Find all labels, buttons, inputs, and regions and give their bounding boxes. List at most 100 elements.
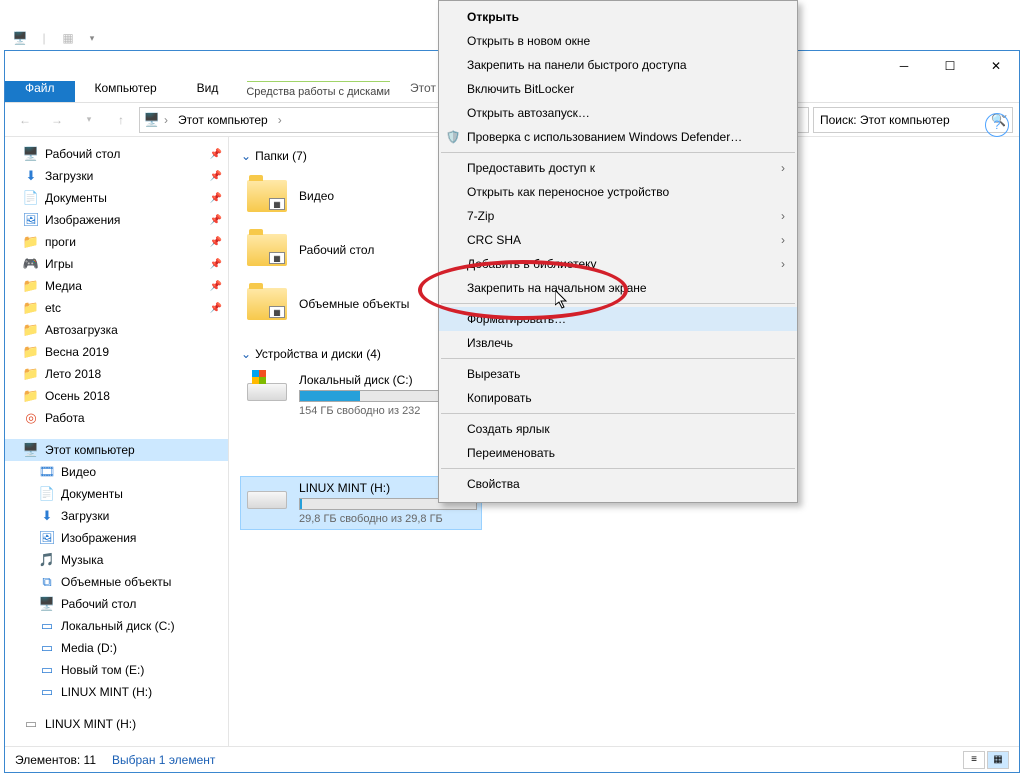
search-input[interactable]: Поиск: Этот компьютер 🔍 — [813, 107, 1013, 133]
sidebar-pc-item[interactable]: 📄 Документы — [5, 483, 228, 505]
forward-button[interactable]: → — [43, 106, 71, 134]
recent-dropdown[interactable]: ▾ — [75, 106, 103, 134]
sidebar-label: Музыка — [61, 553, 103, 567]
folder-icon: 📁 — [23, 322, 39, 338]
context-label: Копировать — [467, 391, 532, 405]
download-icon: ⬇ — [39, 508, 55, 524]
qat-divider: | — [33, 27, 55, 49]
sidebar-label: Рабочий стол — [61, 597, 136, 611]
context-label: Открыть — [467, 10, 519, 24]
sidebar-quick-item[interactable]: 🖥️Рабочий стол📌 — [5, 143, 228, 165]
chevron-right-icon: › — [781, 209, 785, 223]
context-menu-item[interactable]: Открыть в новом окне — [439, 29, 797, 53]
folder-icon: 📁 — [23, 366, 39, 382]
folder-icon: ▦ — [245, 177, 289, 215]
sidebar-pc-item[interactable]: 🖥️Рабочий стол — [5, 593, 228, 615]
sidebar-this-pc[interactable]: 🖥️ Этот компьютер — [5, 439, 228, 461]
sidebar-pc-item[interactable]: ▭Media (D:) — [5, 637, 228, 659]
drive-icon: ▭ — [39, 662, 55, 678]
folder-label: Объемные объекты — [299, 297, 409, 311]
breadcrumb-root[interactable]: Этот компьютер — [172, 111, 274, 129]
sidebar-pc-item[interactable]: ▭Новый том (E:) — [5, 659, 228, 681]
folder-icon: ▦ — [245, 285, 289, 323]
sidebar-label: Документы — [61, 487, 123, 501]
sidebar-quick-item[interactable]: 📁Осень 2018 — [5, 385, 228, 407]
sidebar-quick-item[interactable]: ⬇Загрузки📌 — [5, 165, 228, 187]
context-menu-item[interactable]: Закрепить на панели быстрого доступа — [439, 53, 797, 77]
folder-item[interactable]: ▦ Объемные объекты — [241, 279, 461, 329]
sidebar-pc-item[interactable]: 🎵Музыка — [5, 549, 228, 571]
context-menu-item[interactable]: Переименовать — [439, 441, 797, 465]
context-menu-item[interactable]: Открыть как переносное устройство — [439, 180, 797, 204]
chevron-down-icon: ⌄ — [241, 149, 251, 163]
pin-icon: 📌 — [210, 193, 222, 204]
chevron-right-icon: › — [164, 113, 168, 127]
chevron-right-icon: › — [781, 257, 785, 271]
context-menu-item[interactable]: Открыть — [439, 5, 797, 29]
context-menu-item[interactable]: Предоставить доступ к› — [439, 156, 797, 180]
chevron-down-icon: ⌄ — [241, 347, 251, 361]
context-menu-item[interactable]: Форматировать… — [439, 307, 797, 331]
context-menu-item[interactable]: CRC SHA› — [439, 228, 797, 252]
close-button[interactable]: ✕ — [973, 51, 1019, 81]
context-label: Закрепить на панели быстрого доступа — [467, 58, 687, 72]
sidebar-pc-item[interactable]: ⧉Объемные объекты — [5, 571, 228, 593]
sidebar-drive[interactable]: ▭ LINUX MINT (H:) — [5, 713, 228, 735]
3d-icon: ⧉ — [39, 574, 55, 590]
pin-icon: 📌 — [210, 237, 222, 248]
folder-icon: ▦ — [245, 231, 289, 269]
sidebar-pc-item[interactable]: 🖼Изображения — [5, 527, 228, 549]
qat-dropdown-icon[interactable]: ▾ — [81, 27, 103, 49]
sidebar-pc-item[interactable]: ▭LINUX MINT (H:) — [5, 681, 228, 703]
context-label: Предоставить доступ к — [467, 161, 595, 175]
context-menu-item[interactable]: Вырезать — [439, 362, 797, 386]
folder-label: Рабочий стол — [299, 243, 374, 257]
doc-icon: 📄 — [39, 486, 55, 502]
context-menu-item[interactable]: 🛡️Проверка с использованием Windows Defe… — [439, 125, 797, 149]
sidebar-quick-item[interactable]: 📁Лето 2018 — [5, 363, 228, 385]
sidebar-pc-item[interactable]: ▭Локальный диск (C:) — [5, 615, 228, 637]
sidebar-pc-item[interactable]: ⬇Загрузки — [5, 505, 228, 527]
context-menu-item[interactable]: Открыть автозапуск… — [439, 101, 797, 125]
sidebar-quick-item[interactable]: ◎Работа — [5, 407, 228, 429]
folder-item[interactable]: ▦ Рабочий стол — [241, 225, 461, 275]
chevron-right-icon: › — [781, 233, 785, 247]
icons-view-button[interactable]: ▦ — [987, 751, 1009, 769]
sidebar-pc-item[interactable]: 🎞Видео — [5, 461, 228, 483]
sidebar-quick-item[interactable]: 📁Автозагрузка — [5, 319, 228, 341]
sidebar-label: Локальный диск (C:) — [61, 619, 175, 633]
sidebar-quick-item[interactable]: 📁Медиа📌 — [5, 275, 228, 297]
pin-icon: 📌 — [210, 303, 222, 314]
context-label: Переименовать — [467, 446, 555, 460]
shield-icon: 🛡️ — [445, 129, 461, 145]
context-menu-item[interactable]: Извлечь — [439, 331, 797, 355]
context-menu-item[interactable]: Закрепить на начальном экране — [439, 276, 797, 300]
help-button[interactable]: ? — [985, 113, 1009, 137]
sidebar-quick-item[interactable]: 📁Весна 2019 — [5, 341, 228, 363]
sidebar-quick-item[interactable]: 📁проги📌 — [5, 231, 228, 253]
folder-item[interactable]: ▦ Видео — [241, 171, 461, 221]
context-menu-item[interactable]: Свойства — [439, 472, 797, 496]
sidebar-quick-item[interactable]: 📄Документы📌 — [5, 187, 228, 209]
folder-label: Видео — [299, 189, 334, 203]
context-label: Добавить в библиотеку — [467, 257, 597, 271]
context-menu-item[interactable]: 7-Zip› — [439, 204, 797, 228]
sidebar-quick-item[interactable]: 🖼Изображения📌 — [5, 209, 228, 231]
context-label: Включить BitLocker — [467, 82, 574, 96]
context-menu-item[interactable]: Копировать — [439, 386, 797, 410]
sidebar-quick-item[interactable]: 📁etc📌 — [5, 297, 228, 319]
sidebar-label: Этот компьютер — [45, 443, 135, 457]
this-pc-icon[interactable]: 🖥️ — [9, 27, 31, 49]
sidebar-quick-item[interactable]: 🎮Игры📌 — [5, 253, 228, 275]
up-button[interactable]: ↑ — [107, 106, 135, 134]
minimize-button[interactable]: ─ — [881, 51, 927, 81]
properties-icon[interactable]: ▦ — [57, 27, 79, 49]
maximize-button[interactable]: ☐ — [927, 51, 973, 81]
context-separator — [441, 413, 795, 414]
details-view-button[interactable]: ≡ — [963, 751, 985, 769]
drive-icon: ▭ — [39, 640, 55, 656]
context-menu-item[interactable]: Включить BitLocker — [439, 77, 797, 101]
context-menu-item[interactable]: Добавить в библиотеку › — [439, 252, 797, 276]
back-button[interactable]: ← — [11, 106, 39, 134]
context-menu-item[interactable]: Создать ярлык — [439, 417, 797, 441]
